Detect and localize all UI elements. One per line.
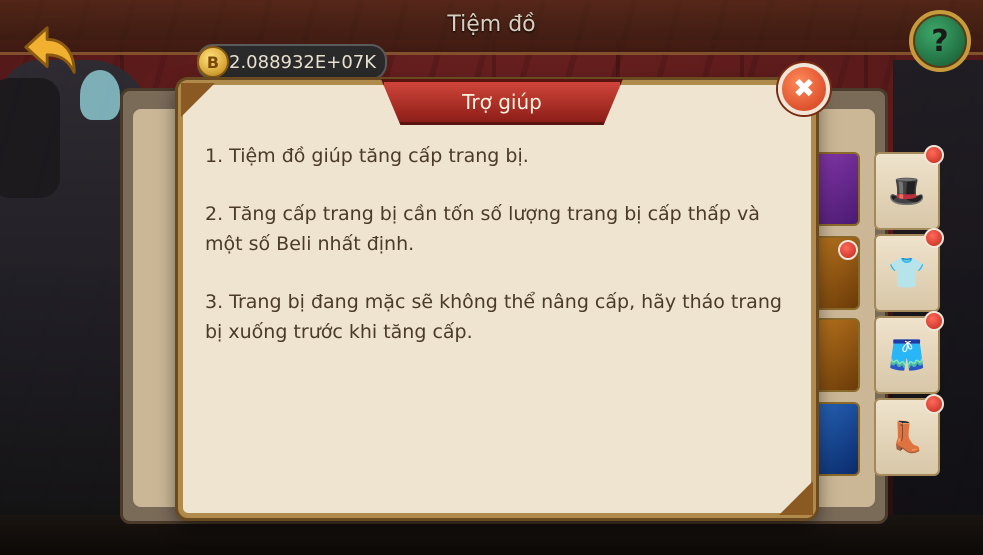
dialog-title: Trợ giúp bbox=[462, 90, 542, 114]
help-paragraph: 3. Trang bị đang mặc sẽ không thể nâng c… bbox=[205, 291, 782, 343]
hat-icon: 🎩 bbox=[888, 173, 926, 209]
back-arrow-icon[interactable] bbox=[22, 22, 80, 80]
page-title: Tiệm đồ bbox=[447, 12, 536, 37]
coin-icon: B bbox=[197, 46, 229, 78]
notification-dot bbox=[924, 394, 944, 414]
notification-dot bbox=[924, 311, 944, 331]
character-hair bbox=[80, 70, 120, 120]
pants-icon: 🩳 bbox=[888, 337, 926, 373]
dialog-corner-ornament bbox=[181, 83, 215, 117]
help-dialog: Trợ giúp 1. Tiệm đồ giúp tăng cấp trang … bbox=[178, 79, 816, 518]
boots-icon: 👢 bbox=[888, 419, 926, 455]
question-mark-icon: ? bbox=[931, 23, 949, 59]
notification-dot bbox=[838, 240, 858, 260]
help-paragraph: 1. Tiệm đồ giúp tăng cấp trang bị. bbox=[205, 145, 529, 167]
close-icon: ✖ bbox=[793, 74, 815, 104]
help-text: 1. Tiệm đồ giúp tăng cấp trang bị. 2. Tă… bbox=[205, 141, 785, 375]
shirt-icon: 👕 bbox=[888, 255, 926, 291]
currency-display: B 2.088932E+07K bbox=[197, 44, 387, 80]
dialog-corner-ornament bbox=[779, 481, 813, 515]
notification-dot bbox=[924, 145, 944, 165]
character-hat bbox=[0, 78, 60, 198]
close-button[interactable]: ✖ bbox=[778, 63, 830, 115]
help-paragraph: 2. Tăng cấp trang bị cần tốn số lượng tr… bbox=[205, 203, 760, 255]
notification-dot bbox=[924, 228, 944, 248]
help-button[interactable]: ? bbox=[909, 10, 971, 72]
currency-amount: 2.088932E+07K bbox=[229, 51, 377, 73]
dialog-title-banner: Trợ giúp bbox=[381, 79, 623, 125]
